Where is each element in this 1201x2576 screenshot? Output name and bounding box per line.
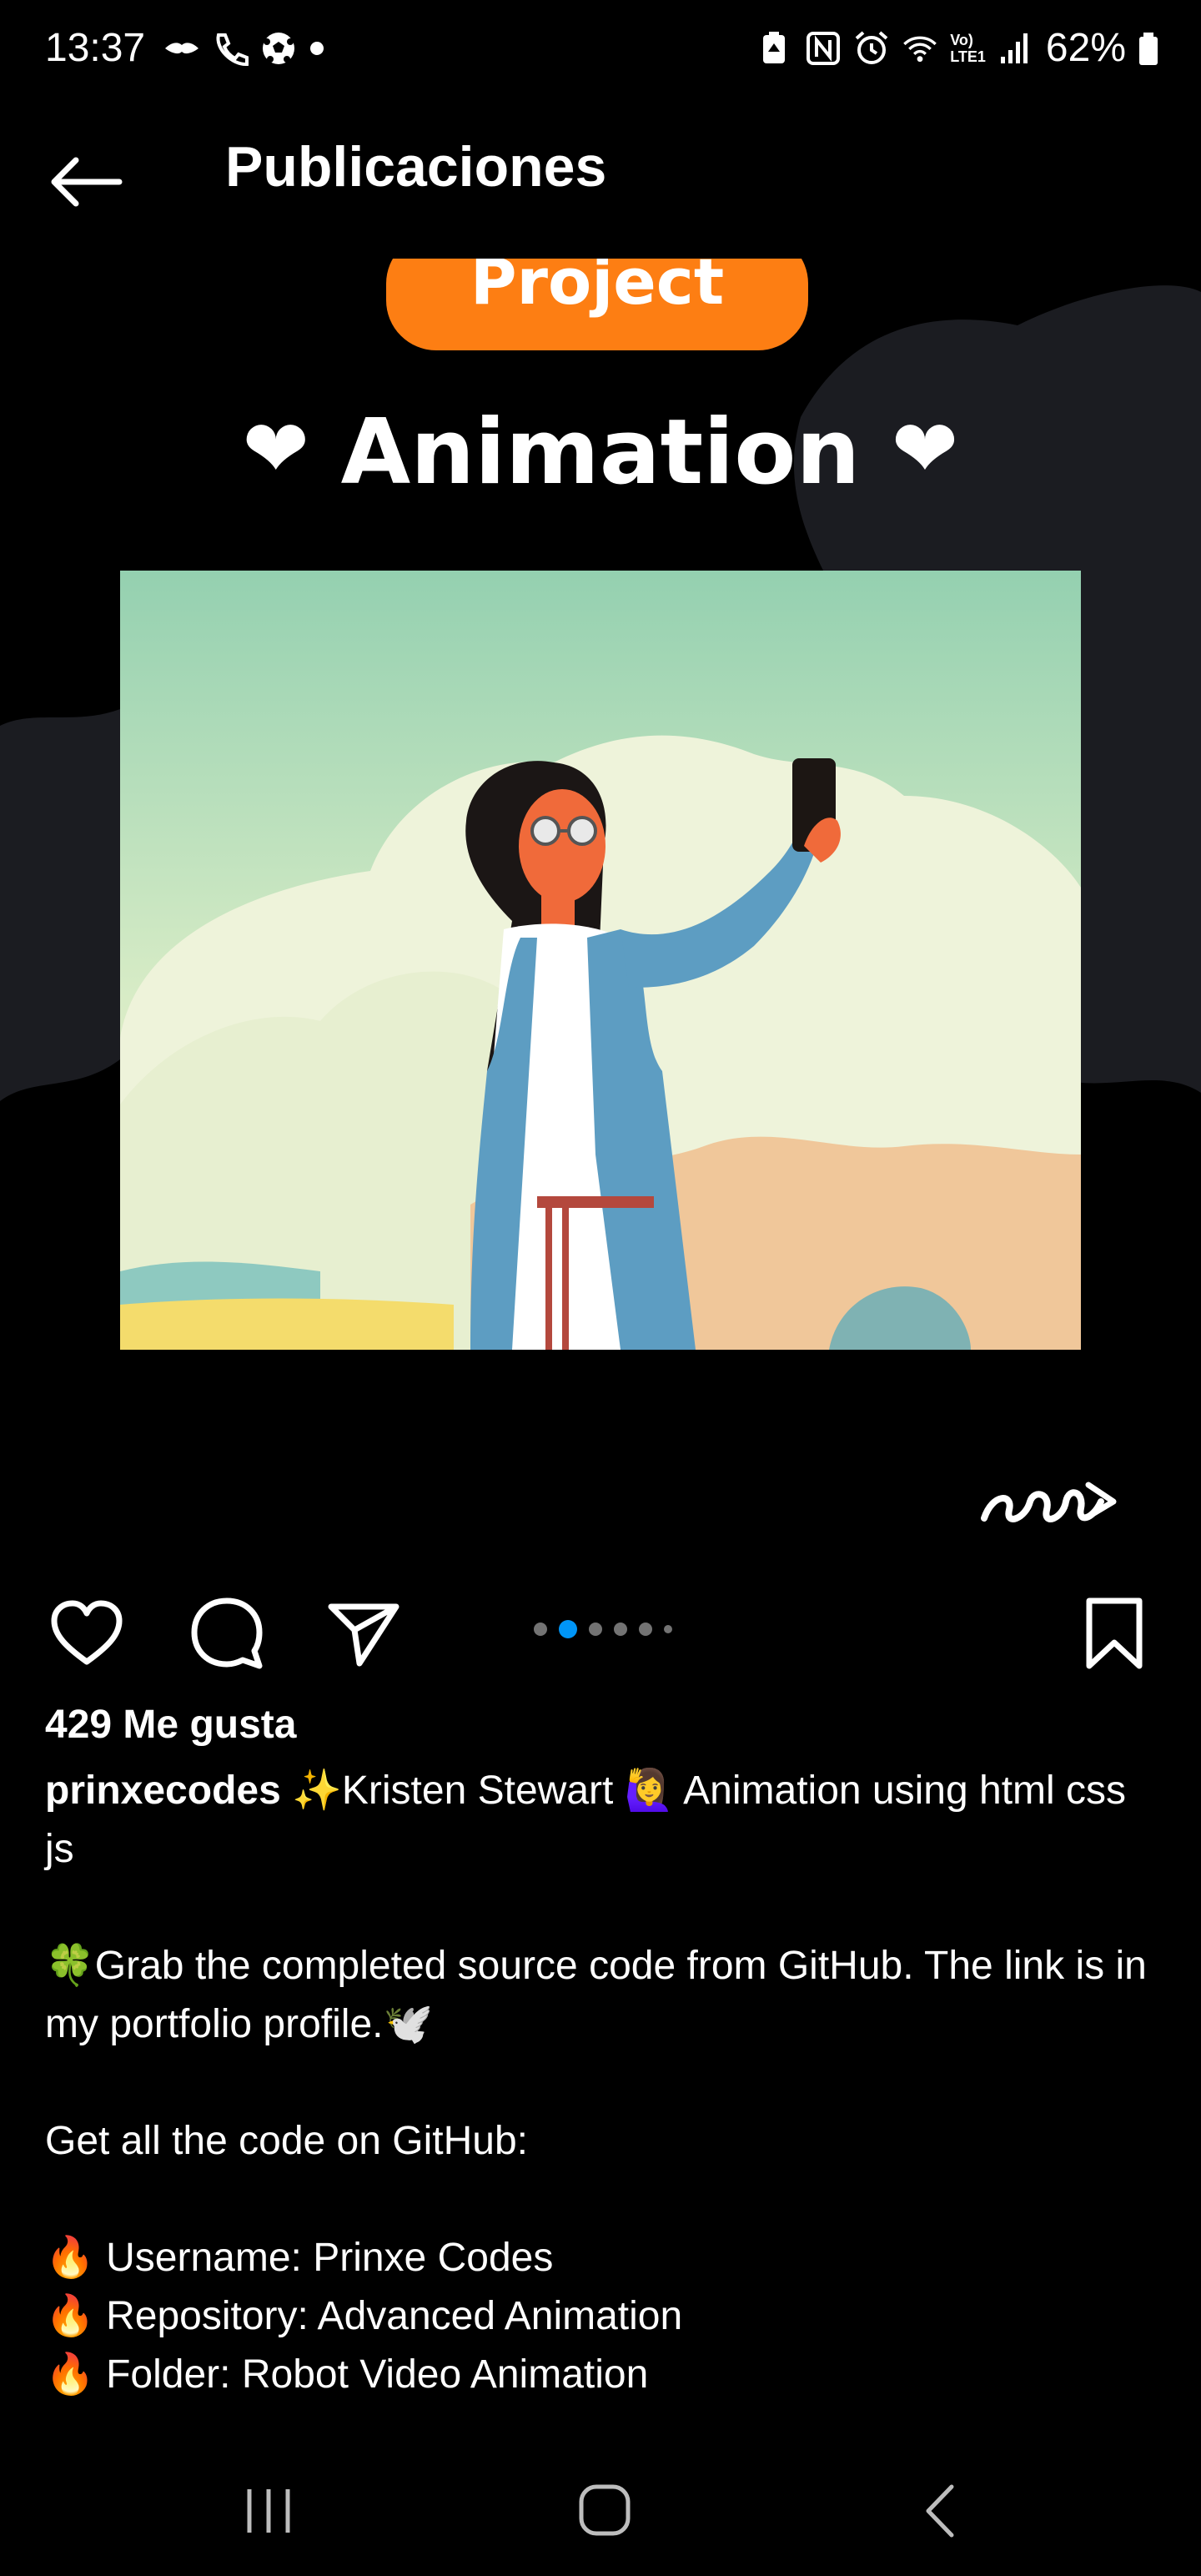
nfc-icon bbox=[807, 31, 841, 65]
share-icon bbox=[328, 1603, 399, 1667]
caption-line: 🍀Grab the completed source code from Git… bbox=[45, 1944, 1147, 2046]
post-username[interactable]: prinxecodes bbox=[45, 1768, 281, 1813]
heart-icon bbox=[51, 1600, 123, 1665]
soccer-ball-icon bbox=[263, 33, 294, 64]
back-arrow-icon bbox=[51, 157, 123, 207]
status-bar: 13:37 Vo) LTE1 62% bbox=[0, 0, 1201, 100]
alarm-icon bbox=[855, 30, 888, 64]
caption-line: 🔥 Username: Prinxe Codes bbox=[45, 2236, 554, 2280]
status-time: 13:37 bbox=[45, 26, 146, 70]
recents-button[interactable] bbox=[219, 2469, 319, 2553]
comment-icon bbox=[191, 1597, 263, 1669]
wifi-icon bbox=[903, 36, 937, 62]
caption-line: 🔥 Folder: Robot Video Animation bbox=[45, 2352, 649, 2397]
carousel-dot bbox=[639, 1623, 652, 1636]
status-notification-icons bbox=[163, 30, 325, 67]
selfie-illustration bbox=[120, 571, 1081, 1350]
like-button[interactable] bbox=[47, 1593, 127, 1673]
likes-count[interactable]: 429 Me gusta bbox=[45, 1702, 296, 1748]
heart-left-glyph: ❤ bbox=[242, 402, 310, 496]
animation-title-text: Animation bbox=[340, 400, 861, 505]
comment-button[interactable] bbox=[187, 1593, 267, 1673]
home-icon bbox=[579, 2484, 631, 2536]
battery-saver-icon bbox=[763, 31, 786, 63]
creator-logo bbox=[981, 1482, 1117, 1522]
carousel-dot bbox=[614, 1623, 627, 1636]
recents-icon bbox=[247, 2489, 290, 2533]
carousel-dot bbox=[664, 1625, 672, 1633]
status-system-icons: Vo) LTE1 62% bbox=[756, 25, 1159, 71]
battery-icon bbox=[1139, 32, 1158, 65]
caption-line: Get all the code on GitHub: bbox=[45, 2119, 528, 2163]
share-button[interactable] bbox=[324, 1593, 404, 1673]
page-title: Publicaciones bbox=[225, 135, 607, 199]
back-icon bbox=[926, 2484, 954, 2538]
handshake-icon bbox=[165, 43, 198, 54]
network-label-bottom: LTE1 bbox=[950, 48, 986, 65]
animation-title: ❤ Animation ❤ bbox=[0, 400, 1201, 505]
system-back-button[interactable] bbox=[891, 2469, 991, 2553]
carousel-dot bbox=[589, 1623, 602, 1636]
project-pill-text: Project bbox=[470, 259, 725, 319]
bookmark-icon bbox=[1086, 1597, 1143, 1669]
post-media[interactable]: Project ❤ Animation ❤ bbox=[0, 259, 1201, 1543]
caption-line: 🔥 Repository: Advanced Animation bbox=[45, 2294, 683, 2338]
carousel-dot bbox=[534, 1623, 547, 1636]
home-button[interactable] bbox=[555, 2469, 656, 2553]
heart-right-glyph: ❤ bbox=[891, 402, 959, 496]
app-header: Publicaciones bbox=[0, 117, 1201, 225]
system-nav-bar bbox=[0, 2453, 1201, 2576]
save-button[interactable] bbox=[1074, 1593, 1154, 1673]
post-action-bar bbox=[0, 1585, 1201, 1677]
phone-call-icon bbox=[216, 33, 249, 66]
battery-percent: 62% bbox=[1045, 26, 1126, 70]
network-label-top: Vo) bbox=[950, 31, 973, 48]
back-button[interactable] bbox=[45, 142, 125, 222]
caption-first-line: prinxecodes ✨Kristen Stewart 🙋‍♀️ Animat… bbox=[45, 1762, 1163, 1879]
post-caption: prinxecodes ✨Kristen Stewart 🙋‍♀️ Animat… bbox=[45, 1762, 1163, 2404]
carousel-indicator bbox=[534, 1620, 672, 1638]
signal-icon bbox=[1000, 33, 1028, 63]
network-type: Vo) LTE1 bbox=[950, 32, 986, 65]
dot-icon bbox=[310, 42, 324, 55]
project-pill: Project bbox=[386, 259, 808, 350]
carousel-dot-active bbox=[559, 1620, 577, 1638]
screen: 13:37 Vo) LTE1 62% Publicaciones Project… bbox=[0, 0, 1201, 2576]
